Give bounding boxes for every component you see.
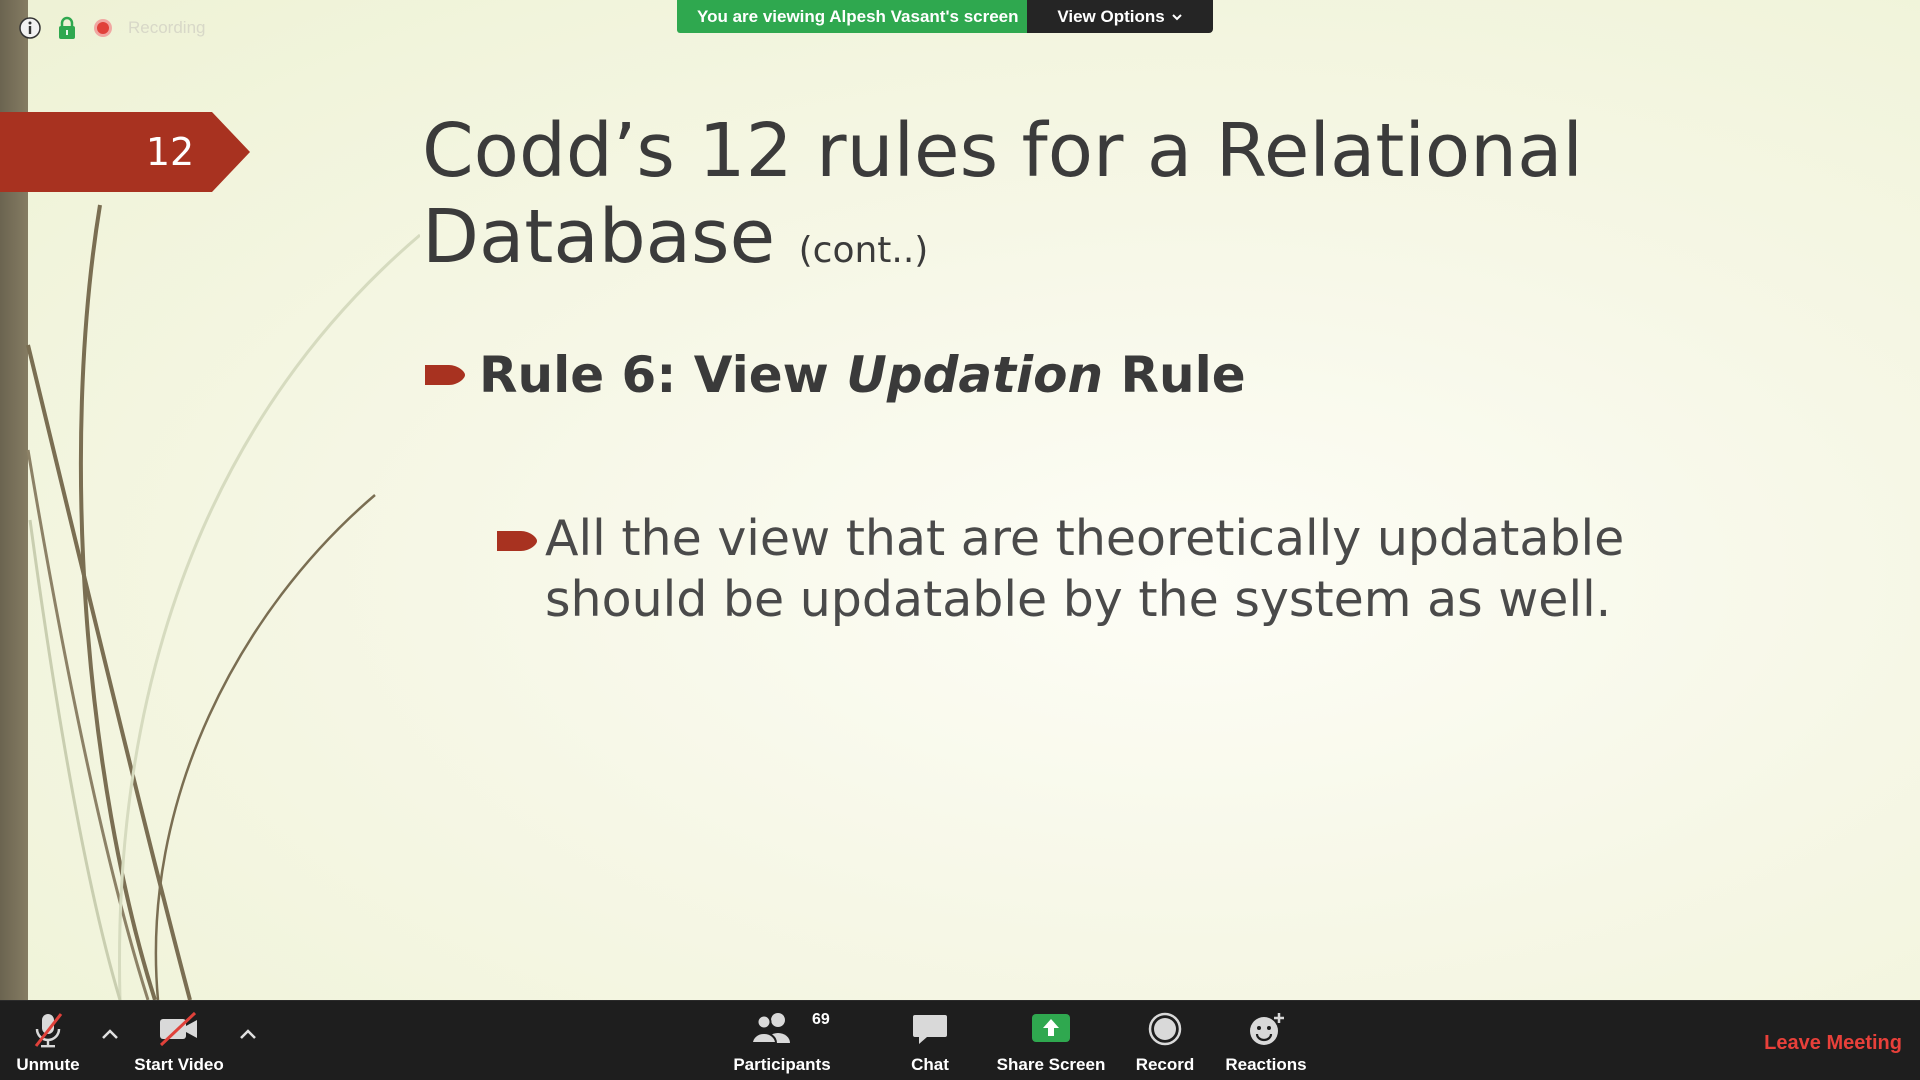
view-options-button[interactable]: View Options — [1027, 0, 1213, 33]
participants-count: 69 — [812, 1011, 830, 1028]
reactions-label: Reactions — [1225, 1055, 1307, 1074]
lock-icon[interactable] — [56, 16, 78, 40]
shared-slide: 12 Codd’s 12 rules for a Relational Data… — [0, 0, 1920, 1000]
viewing-screen-label: You are viewing Alpesh Vasant's screen — [677, 0, 1027, 33]
body-bullet-point: All the view that are theoretically upda… — [497, 508, 1737, 630]
arrow-bullet-icon — [425, 365, 465, 385]
reactions-icon — [1250, 1013, 1284, 1045]
reactions-button[interactable]: Reactions — [1218, 1001, 1314, 1080]
chevron-down-icon — [1171, 14, 1182, 21]
recording-label: Recording — [128, 18, 206, 37]
video-off-icon — [159, 1011, 197, 1047]
slide-title-main: Codd’s 12 rules for a Relational Databas… — [422, 108, 1583, 280]
info-icon[interactable] — [18, 16, 42, 40]
record-button[interactable]: Record — [1126, 1001, 1204, 1080]
share-screen-button[interactable]: Share Screen — [990, 1001, 1112, 1080]
start-video-button[interactable]: Start Video — [128, 1001, 230, 1080]
share-screen-icon — [1032, 1014, 1070, 1042]
participants-icon — [750, 1013, 790, 1044]
body-text: All the view that are theoretically upda… — [545, 510, 1625, 628]
chat-label: Chat — [911, 1055, 949, 1074]
record-icon — [1148, 1012, 1182, 1046]
recording-dot-icon — [94, 19, 112, 37]
video-options-caret-icon[interactable] — [236, 1023, 260, 1047]
arrow-bullet-icon — [497, 531, 537, 551]
meeting-window: 12 Codd’s 12 rules for a Relational Data… — [0, 0, 1920, 1080]
record-label: Record — [1135, 1055, 1195, 1074]
participants-label: Participants — [733, 1055, 831, 1074]
meeting-status-bar: Recording — [18, 16, 220, 40]
slide-number-badge: 12 — [0, 112, 250, 192]
unmute-button[interactable]: Unmute — [4, 1001, 92, 1080]
participants-button[interactable]: 69 Participants — [728, 1001, 836, 1080]
meeting-toolbar: Unmute Start Video 69 Participants Chat … — [0, 1000, 1920, 1080]
slide-title: Codd’s 12 rules for a Relational Databas… — [422, 108, 1702, 294]
leave-meeting-button[interactable]: Leave Meeting — [1764, 1001, 1902, 1080]
unmute-label: Unmute — [16, 1055, 80, 1074]
audio-options-caret-icon[interactable] — [98, 1023, 122, 1047]
screen-share-banner: You are viewing Alpesh Vasant's screen V… — [677, 0, 1213, 33]
chat-icon — [913, 1015, 947, 1044]
view-options-label: View Options — [1057, 7, 1165, 26]
rule-heading: Rule 6: View Updation Rule — [425, 343, 1246, 407]
slide-number: 12 — [145, 130, 195, 174]
rule-prefix: Rule 6: View — [479, 346, 847, 404]
rule-suffix: Rule — [1103, 346, 1246, 404]
slide-title-cont: (cont..) — [798, 230, 929, 271]
chat-button[interactable]: Chat — [888, 1001, 972, 1080]
rule-emphasis: Updation — [846, 346, 1104, 404]
share-screen-label: Share Screen — [996, 1055, 1106, 1074]
microphone-muted-icon — [34, 1013, 63, 1048]
start-video-label: Start Video — [134, 1055, 224, 1074]
